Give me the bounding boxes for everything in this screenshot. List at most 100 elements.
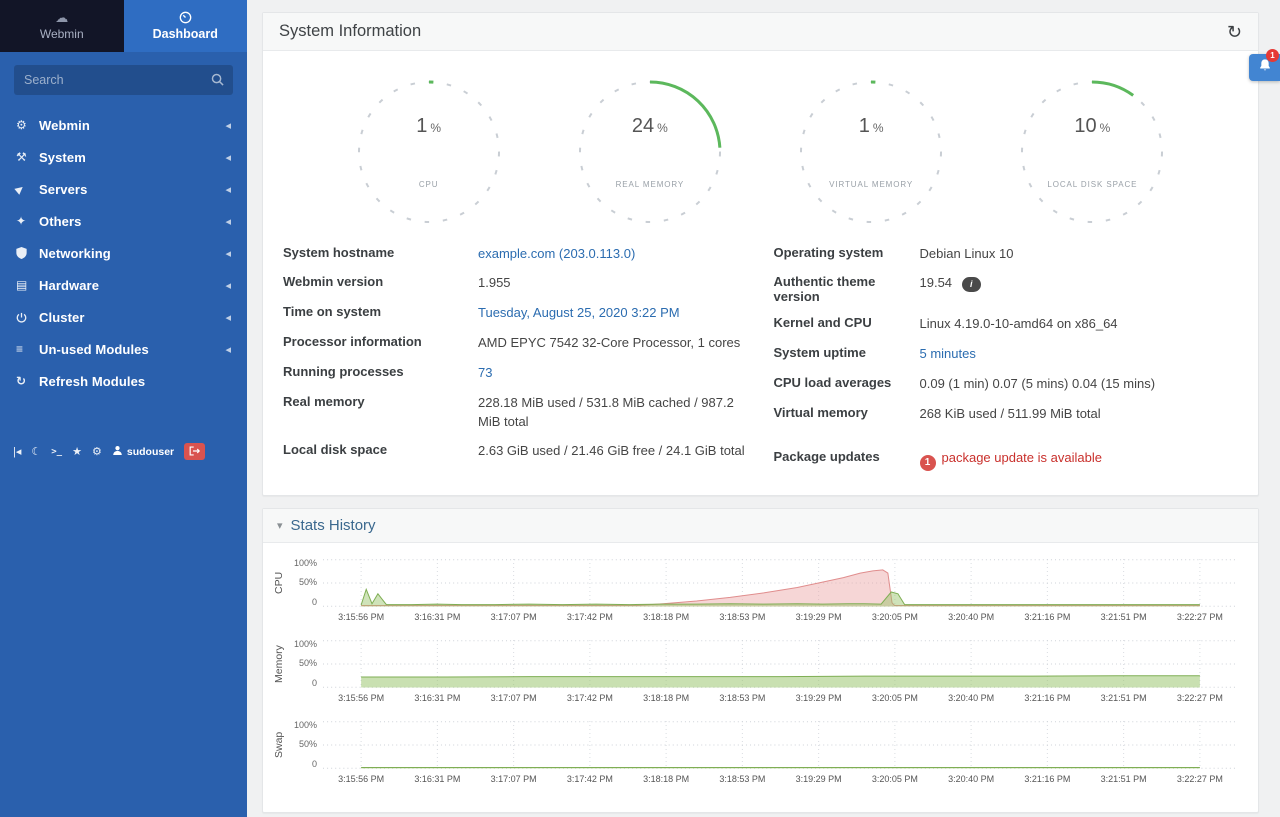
x-axis-tick: 3:15:56 PM xyxy=(338,693,384,703)
system-information-panel: System Information ↻ 1%CPU24%REAL MEMORY… xyxy=(262,12,1259,496)
sidebar-item-hardware[interactable]: ▤Hardware◂ xyxy=(0,269,247,301)
search-icon[interactable] xyxy=(211,73,224,91)
tab-dashboard-label: Dashboard xyxy=(153,27,218,41)
info-label: Kernel and CPU xyxy=(774,315,920,330)
y-axis-tick: 0 xyxy=(312,760,317,769)
gauge-dial xyxy=(354,77,504,227)
x-axis-tick: 3:16:31 PM xyxy=(414,693,460,703)
sidebar-item-label: Webmin xyxy=(39,118,225,133)
x-axis-tick: 3:16:31 PM xyxy=(414,612,460,622)
gauge-unit: % xyxy=(657,121,668,135)
chevron-left-icon: ◂ xyxy=(225,119,231,132)
y-axis-tick: 50% xyxy=(299,578,317,587)
x-axis-tick: 3:17:42 PM xyxy=(567,774,613,784)
info-value[interactable]: 5 minutes xyxy=(920,346,976,361)
info-row-system-uptime: System uptime5 minutes xyxy=(774,340,1239,370)
search-input[interactable] xyxy=(14,65,233,95)
gauge-real-memory: 24%REAL MEMORY xyxy=(575,77,725,227)
info-row-processor-information: Processor informationAMD EPYC 7542 32-Co… xyxy=(283,329,748,359)
sidebar-item-label: Networking xyxy=(39,246,225,261)
sidebar-item-label: Refresh Modules xyxy=(39,374,231,389)
sidebar-item-label: System xyxy=(39,150,225,165)
sidebar-item-system[interactable]: ⚒System◂ xyxy=(0,141,247,173)
info-value: AMD EPYC 7542 32-Core Processor, 1 cores xyxy=(478,335,740,350)
chart-y-axis: 100%50%0 xyxy=(287,721,323,769)
sidebar-item-label: Cluster xyxy=(39,310,225,325)
sidebar-item-others[interactable]: ✦Others◂ xyxy=(0,205,247,237)
x-axis-tick: 3:19:29 PM xyxy=(796,612,842,622)
sidebar-item-refresh-modules[interactable]: ↻Refresh Modules xyxy=(0,365,247,397)
moon-icon[interactable]: ☾ xyxy=(26,441,46,462)
tab-dashboard[interactable]: Dashboard xyxy=(124,0,248,52)
sidebar-item-servers[interactable]: ▶Servers◂ xyxy=(0,173,247,205)
info-value: 2.63 GiB used / 21.46 GiB free / 24.1 Gi… xyxy=(478,443,745,458)
search-box xyxy=(14,65,233,95)
x-axis-tick: 3:19:29 PM xyxy=(796,774,842,784)
gear-icon: ⚙ xyxy=(16,118,39,132)
sidebar-item-cluster[interactable]: Cluster◂ xyxy=(0,301,247,333)
stats-history-header[interactable]: ▾ Stats History xyxy=(263,509,1258,543)
sidebar-tabs: ☁ Webmin Dashboard xyxy=(0,0,247,52)
refresh-icon: ↻ xyxy=(16,374,39,388)
notifications-button[interactable]: 1 xyxy=(1249,54,1280,81)
username-label: sudouser xyxy=(127,446,174,458)
refresh-page-icon[interactable]: ↻ xyxy=(1227,23,1242,41)
user-menu[interactable]: sudouser xyxy=(107,445,179,459)
x-axis-tick: 3:18:18 PM xyxy=(643,774,689,784)
logout-button[interactable] xyxy=(184,443,205,460)
info-row-system-hostname: System hostnameexample.com (203.0.113.0) xyxy=(283,239,748,269)
favorites-icon[interactable]: ★ xyxy=(67,441,87,462)
x-axis-tick: 3:22:27 PM xyxy=(1177,693,1223,703)
info-label: Operating system xyxy=(774,245,920,260)
info-label: Running processes xyxy=(283,364,478,379)
chart-plot: 3:15:56 PM3:16:31 PM3:17:07 PM3:17:42 PM… xyxy=(323,559,1238,627)
gauge-dial xyxy=(796,77,946,227)
chevron-left-icon: ◂ xyxy=(225,215,231,228)
sidebar-nav: ⚙Webmin◂⚒System◂▶Servers◂✦Others◂Network… xyxy=(0,105,247,397)
gauge-value: 1% xyxy=(354,115,504,138)
sliders-icon: ≡ xyxy=(16,342,39,356)
info-value: Linux 4.19.0-10-amd64 on x86_64 xyxy=(920,316,1118,331)
info-value[interactable]: 73 xyxy=(478,365,492,380)
sidebar-item-networking[interactable]: Networking◂ xyxy=(0,237,247,269)
gauge-value: 24% xyxy=(575,115,725,138)
info-label: System uptime xyxy=(774,345,920,360)
tools-icon: ✦ xyxy=(16,214,39,228)
info-value[interactable]: example.com (203.0.113.0) xyxy=(478,246,635,261)
power-icon xyxy=(16,312,39,323)
info-value[interactable]: Tuesday, August 25, 2020 3:22 PM xyxy=(478,305,680,320)
sidebar-item-un-used-modules[interactable]: ≡Un-used Modules◂ xyxy=(0,333,247,365)
x-axis-tick: 3:20:40 PM xyxy=(948,612,994,622)
x-axis-tick: 3:21:51 PM xyxy=(1101,693,1147,703)
y-axis-tick: 50% xyxy=(299,740,317,749)
cloud-icon: ☁ xyxy=(55,11,68,24)
gauge-local-disk-space: 10%LOCAL DISK SPACE xyxy=(1017,77,1167,227)
info-label: Authentic theme version xyxy=(774,274,920,304)
caret-down-icon: ▾ xyxy=(277,519,283,532)
x-axis-tick: 3:17:07 PM xyxy=(491,612,537,622)
webmin-app: ☁ Webmin Dashboard ⚙Webmin◂⚒System◂▶Serv… xyxy=(0,0,1280,817)
tab-webmin-label: Webmin xyxy=(40,27,84,41)
tab-webmin[interactable]: ☁ Webmin xyxy=(0,0,124,52)
info-value[interactable]: package update is available xyxy=(942,450,1102,465)
gauge-value: 1% xyxy=(796,115,946,138)
terminal-icon[interactable]: >_ xyxy=(46,443,67,461)
sidebar-item-webmin[interactable]: ⚙Webmin◂ xyxy=(0,109,247,141)
info-icon[interactable]: i xyxy=(962,277,981,292)
x-axis-tick: 3:15:56 PM xyxy=(338,774,384,784)
collapse-icon[interactable]: |◂ xyxy=(8,441,26,462)
settings-icon[interactable]: ⚙ xyxy=(87,441,107,462)
info-value: Debian Linux 10 xyxy=(920,246,1014,261)
x-axis-tick: 3:17:42 PM xyxy=(567,612,613,622)
x-axis-tick: 3:17:07 PM xyxy=(491,693,537,703)
x-axis-tick: 3:19:29 PM xyxy=(796,693,842,703)
notification-count-badge: 1 xyxy=(1266,49,1279,62)
info-label: Virtual memory xyxy=(774,405,920,420)
chevron-left-icon: ◂ xyxy=(225,311,231,324)
info-row-real-memory: Real memory228.18 MiB used / 531.8 MiB c… xyxy=(283,388,748,437)
gauge-dial xyxy=(1017,77,1167,227)
x-axis-tick: 3:17:07 PM xyxy=(491,774,537,784)
info-value: 228.18 MiB used / 531.8 MiB cached / 987… xyxy=(478,395,734,429)
info-label: Local disk space xyxy=(283,442,478,457)
gauge-unit: % xyxy=(430,121,441,135)
